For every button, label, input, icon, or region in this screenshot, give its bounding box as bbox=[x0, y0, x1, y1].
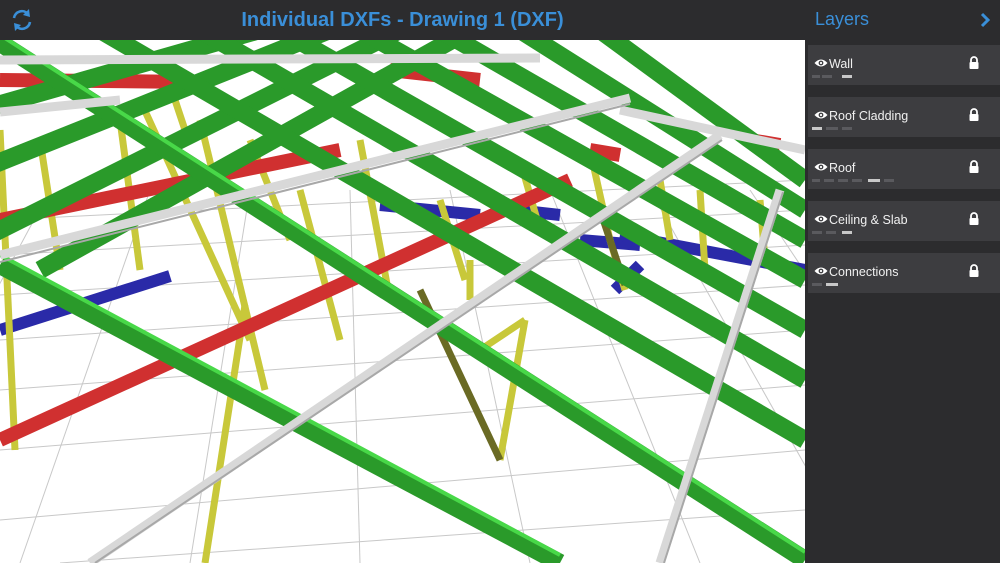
eye-icon bbox=[814, 163, 828, 171]
layers-panel-title: Layers bbox=[815, 9, 870, 29]
layer-row-wall: Wall bbox=[808, 45, 1000, 85]
lock-icon bbox=[969, 264, 979, 277]
eye-icon bbox=[814, 215, 828, 223]
layer-row-connections: Connections bbox=[808, 253, 1000, 293]
lock-icon bbox=[969, 56, 979, 69]
layer-visibility-toggle-connections[interactable]: Connections bbox=[808, 253, 943, 293]
eye-icon bbox=[814, 111, 828, 119]
eye-icon bbox=[814, 267, 828, 275]
layer-label: Connections bbox=[829, 265, 899, 279]
roof-frame-model bbox=[0, 40, 805, 563]
layer-progress bbox=[812, 127, 872, 131]
page-title: Individual DXFs - Drawing 1 (DXF) bbox=[241, 9, 564, 31]
layer-visibility-toggle-roof-cladding[interactable]: Roof Cladding bbox=[808, 97, 943, 137]
layer-row-roof: Roof bbox=[808, 149, 1000, 189]
layers-panel-header: Layers bbox=[805, 0, 1000, 40]
layer-lock-toggle-connections[interactable] bbox=[945, 253, 1000, 293]
layer-progress bbox=[812, 283, 872, 287]
layer-visibility-toggle-wall[interactable]: Wall bbox=[808, 45, 943, 85]
chevron-right-icon[interactable] bbox=[978, 10, 992, 30]
layer-visibility-toggle-ceiling-slab[interactable]: Ceiling & Slab bbox=[808, 201, 943, 241]
layer-progress bbox=[812, 231, 872, 235]
layer-label: Roof Cladding bbox=[829, 109, 909, 123]
lock-icon bbox=[969, 108, 979, 121]
layer-visibility-toggle-roof[interactable]: Roof bbox=[808, 149, 943, 189]
layer-lock-toggle-roof[interactable] bbox=[945, 149, 1000, 189]
layer-lock-toggle-ceiling-slab[interactable] bbox=[945, 201, 1000, 241]
eye-icon bbox=[814, 59, 828, 67]
layer-label: Roof bbox=[829, 161, 856, 175]
layer-row-roof-cladding: Roof Cladding bbox=[808, 97, 1000, 137]
layer-lock-toggle-wall[interactable] bbox=[945, 45, 1000, 85]
layer-label: Wall bbox=[829, 57, 853, 71]
top-bar: Individual DXFs - Drawing 1 (DXF) bbox=[0, 0, 805, 40]
layer-lock-toggle-roof-cladding[interactable] bbox=[945, 97, 1000, 137]
lock-icon bbox=[969, 160, 979, 173]
3d-viewport[interactable] bbox=[0, 40, 805, 563]
lock-icon bbox=[969, 212, 979, 225]
layer-row-ceiling-slab: Ceiling & Slab bbox=[808, 201, 1000, 241]
layer-label: Ceiling & Slab bbox=[829, 213, 908, 227]
layer-progress bbox=[812, 75, 872, 79]
layers-panel: Layers Wall Roof Cladding Roof Ceiling &… bbox=[805, 0, 1000, 563]
layer-progress bbox=[812, 179, 902, 183]
